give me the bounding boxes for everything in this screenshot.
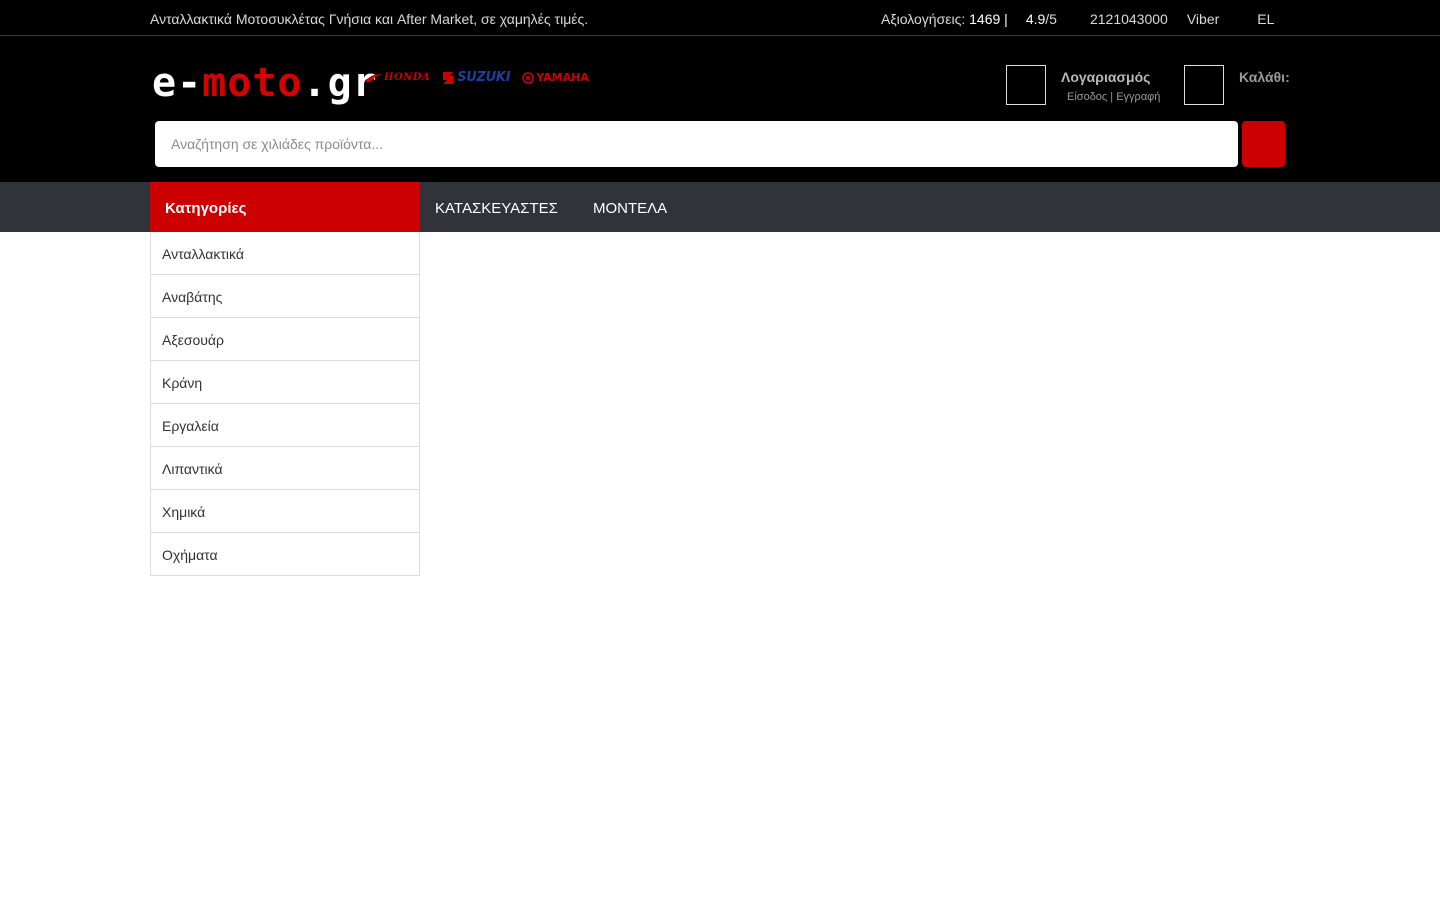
category-item-chemicals[interactable]: Χημικά — [151, 490, 419, 533]
category-item-rider[interactable]: Αναβάτης — [151, 275, 419, 318]
language-selector[interactable]: EL — [1257, 11, 1274, 27]
account-links: Είσοδος | Εγγραφή — [1067, 91, 1160, 103]
category-item-parts[interactable]: Ανταλλακτικά — [151, 232, 419, 275]
account-title[interactable]: Λογαριασμός — [1061, 69, 1150, 85]
honda-logo-text: HONDA — [384, 72, 431, 83]
site-header: e-moto.gr HONDA SUZUKI YAMAHA Λογαριασμό… — [0, 36, 1440, 182]
reviews-info[interactable]: Αξιολογήσεις: 1469 | — [881, 11, 1008, 27]
brand-logos: HONDA SUZUKI YAMAHA — [364, 70, 589, 85]
suzuki-s-icon — [443, 71, 454, 84]
category-item-tools[interactable]: Εργαλεία — [151, 404, 419, 447]
top-info-bar: Ανταλλακτικά Μοτοσυκλέτας Γνήσια και Aft… — [0, 0, 1440, 36]
yamaha-tuning-fork-icon — [522, 71, 534, 84]
suzuki-logo[interactable]: SUZUKI — [441, 70, 511, 85]
account-icon[interactable] — [1006, 65, 1046, 105]
top-info-right: Αξιολογήσεις: 1469 | 4.9/5 2121043000 Vi… — [881, 11, 1274, 27]
category-item-vehicles[interactable]: Οχήματα — [151, 533, 419, 575]
main-nav: Κατηγορίες ΚΑΤΑΣΚΕΥΑΣΤΕΣ ΜΟΝΤΕΛΑ — [0, 182, 1440, 232]
yamaha-logo[interactable]: YAMAHA — [522, 71, 589, 84]
phone-link[interactable]: 2121043000 — [1090, 11, 1168, 27]
nav-models-link[interactable]: ΜΟΝΤΕΛΑ — [593, 200, 667, 217]
viber-link[interactable]: Viber — [1187, 11, 1219, 27]
rating-info: 4.9/5 — [1026, 11, 1057, 27]
reviews-label: Αξιολογήσεις: — [881, 11, 970, 27]
cart-icon[interactable] — [1184, 65, 1224, 105]
cart-label[interactable]: Καλάθι: — [1239, 69, 1290, 85]
nav-manufacturers-link[interactable]: ΚΑΤΑΣΚΕΥΑΣΤΕΣ — [435, 200, 558, 217]
search-button[interactable] — [1242, 121, 1285, 167]
register-link[interactable]: Εγγραφή — [1116, 91, 1160, 103]
category-item-lubricants[interactable]: Λιπαντικά — [151, 447, 419, 490]
nav-categories-button[interactable]: Κατηγορίες — [150, 182, 420, 232]
suzuki-logo-text: SUZUKI — [457, 70, 511, 85]
login-link[interactable]: Είσοδος — [1067, 91, 1107, 103]
tagline: Ανταλλακτικά Μοτοσυκλέτας Γνήσια και Aft… — [150, 11, 589, 27]
categories-dropdown: Ανταλλακτικά Αναβάτης Αξεσουάρ Κράνη Εργ… — [150, 232, 420, 576]
category-item-accessories[interactable]: Αξεσουάρ — [151, 318, 419, 361]
site-logo[interactable]: e-moto.gr — [152, 63, 378, 103]
yamaha-logo-text: YAMAHA — [536, 71, 589, 84]
rating-value: 4.9 — [1025, 11, 1046, 27]
logo-prefix: e- — [152, 60, 203, 106]
account-links-separator: | — [1107, 91, 1117, 103]
honda-wing-icon — [365, 73, 381, 82]
search-input[interactable] — [155, 121, 1238, 167]
category-item-helmets[interactable]: Κράνη — [151, 361, 419, 404]
logo-middle: moto — [202, 60, 303, 106]
reviews-separator: | — [1000, 11, 1008, 27]
rating-max: /5 — [1045, 11, 1057, 27]
honda-logo[interactable]: HONDA — [364, 72, 430, 83]
reviews-count: 1469 — [969, 11, 1001, 27]
